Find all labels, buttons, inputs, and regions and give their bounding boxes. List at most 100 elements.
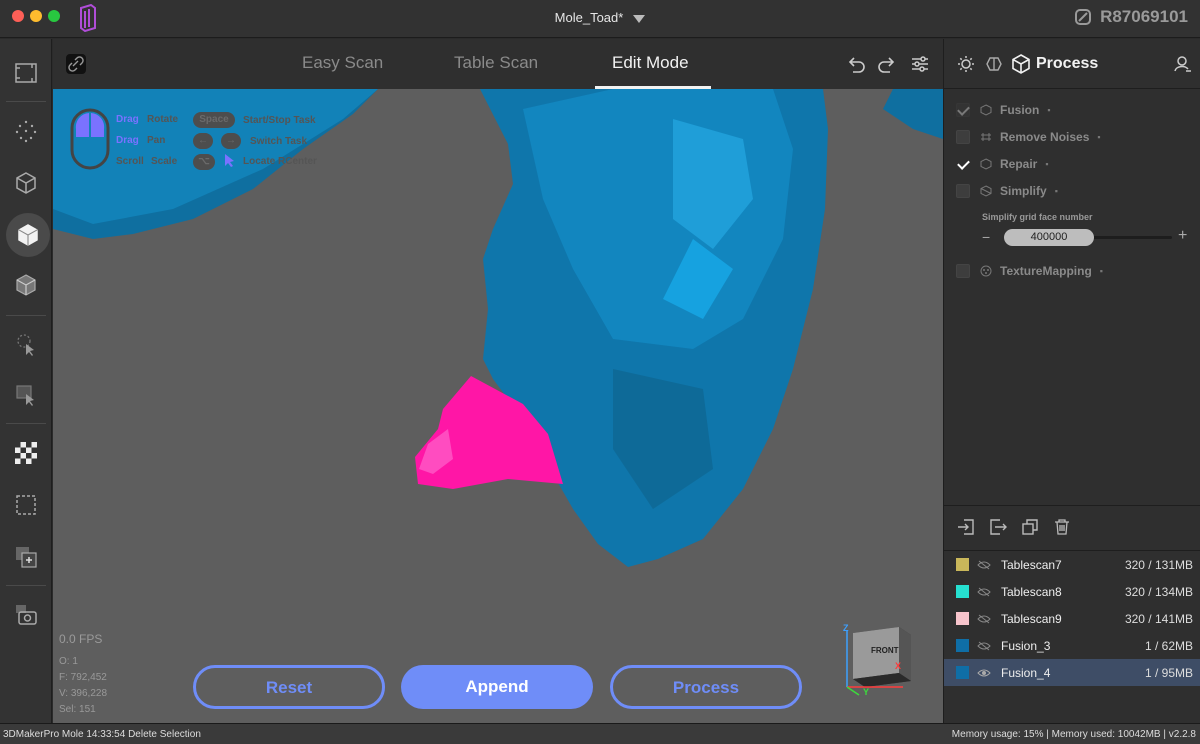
texture-checker-tool[interactable]: [6, 433, 46, 473]
eye-visible-icon[interactable]: [977, 668, 991, 678]
rect-select-tool[interactable]: [6, 375, 46, 415]
space-key: Space: [193, 112, 235, 128]
hint-locate-rcenter: Locate RCenter: [243, 156, 317, 167]
fps-readout: 0.0 FPS: [59, 632, 103, 646]
redo-icon[interactable]: [876, 53, 898, 75]
color-swatch[interactable]: [956, 558, 969, 571]
frame-select-icon: [15, 63, 37, 83]
arrow-right-key-icon: →: [221, 133, 241, 149]
link-icon[interactable]: [65, 53, 87, 75]
tab-edit-mode[interactable]: Edit Mode: [612, 53, 689, 73]
lasso-select-icon: [17, 334, 34, 356]
scan-item-tablescan7[interactable]: Tablescan7 320 / 131MB: [944, 551, 1200, 578]
select-frame-tool[interactable]: [6, 53, 46, 93]
process-item-simplify[interactable]: Simplify ▪: [956, 182, 1058, 200]
panel-title: Process: [1036, 55, 1099, 72]
scan-name: Tablescan9: [1001, 611, 1062, 626]
device-id: R87069101: [1100, 7, 1188, 26]
tab-easy-scan[interactable]: Easy Scan: [302, 53, 383, 73]
stat-objects: O: 1: [59, 656, 78, 667]
process-button[interactable]: Process: [610, 665, 802, 709]
document-title-text: Mole_Toad*: [554, 10, 624, 25]
scan-item-tablescan9[interactable]: Tablescan9 320 / 141MB: [944, 605, 1200, 632]
dashed-box-icon: [16, 495, 36, 515]
texture-mapping-checkbox[interactable]: [956, 264, 970, 278]
point-cloud-tool[interactable]: [6, 111, 46, 151]
color-swatch[interactable]: [956, 612, 969, 625]
add-object-tool[interactable]: [6, 537, 46, 577]
tab-table-scan[interactable]: Table Scan: [454, 53, 538, 73]
repair-checkbox[interactable]: [956, 157, 970, 171]
fusion-checkbox[interactable]: [956, 103, 970, 117]
wireframe-tool[interactable]: [6, 163, 46, 203]
toolbar-divider: [6, 315, 46, 316]
point-cloud-icon: [15, 120, 37, 143]
lasso-select-tool[interactable]: [6, 325, 46, 365]
scan-name: Tablescan8: [1001, 584, 1062, 599]
remove-noises-checkbox[interactable]: [956, 130, 970, 144]
hint-drag-right: Drag: [116, 135, 139, 146]
status-bar: 3DMakerPro Mole 14:33:54 Delete Selectio…: [0, 723, 1200, 744]
append-button[interactable]: Append: [401, 665, 593, 709]
orientation-gizmo[interactable]: [839, 621, 919, 701]
process-item-texture-mapping[interactable]: TextureMapping ▪: [956, 262, 1103, 280]
import-icon[interactable]: [957, 518, 975, 536]
process-item-repair[interactable]: Repair ▪: [956, 155, 1049, 173]
user-settings-icon[interactable]: [1174, 55, 1192, 73]
info-note-icon[interactable]: ▪: [1045, 159, 1048, 169]
eye-hidden-icon[interactable]: [977, 614, 991, 624]
scan-item-tablescan8[interactable]: Tablescan8 320 / 134MB: [944, 578, 1200, 605]
info-note-icon[interactable]: ▪: [1055, 186, 1058, 196]
crop-box-tool[interactable]: [6, 485, 46, 525]
simplify-label: Simplify: [1000, 184, 1047, 198]
simplify-checkbox[interactable]: [956, 184, 970, 198]
info-note-icon[interactable]: ▪: [1100, 266, 1103, 276]
eye-hidden-icon[interactable]: [977, 560, 991, 570]
solid-mesh-tool[interactable]: [6, 213, 50, 257]
process-item-remove-noises[interactable]: Remove Noises ▪: [956, 128, 1101, 146]
screenshot-tool[interactable]: [6, 595, 46, 635]
settings-sliders-icon[interactable]: [909, 53, 931, 75]
add-layer-icon: [16, 547, 37, 568]
status-message: 3DMakerPro Mole 14:33:54 Delete Selectio…: [3, 729, 201, 740]
rect-select-icon: [16, 385, 34, 406]
memory-usage: Memory usage: 15% | Memory used: 10042MB…: [951, 729, 1196, 740]
process-cube-icon[interactable]: [1012, 54, 1030, 74]
decrease-button[interactable]: −: [982, 229, 990, 245]
info-note-icon[interactable]: ▪: [1097, 132, 1100, 142]
scan-item-fusion-3[interactable]: Fusion_3 1 / 62MB: [944, 632, 1200, 659]
reset-button[interactable]: Reset: [193, 665, 385, 709]
hint-scale: Scale: [151, 156, 178, 167]
gizmo-front-label: FRONT: [871, 646, 899, 655]
increase-button[interactable]: +: [1178, 227, 1187, 245]
materials-icon[interactable]: [985, 55, 1003, 73]
export-icon[interactable]: [989, 518, 1007, 536]
simplify-slider-handle[interactable]: 400000: [1004, 229, 1094, 246]
info-note-icon[interactable]: ▪: [1047, 105, 1050, 115]
chevron-down-icon[interactable]: [633, 14, 646, 23]
document-title[interactable]: Mole_Toad*: [0, 10, 1200, 25]
brightness-icon[interactable]: [957, 55, 975, 73]
scan-size: 1 / 62MB: [1144, 638, 1193, 653]
3d-viewport[interactable]: Drag Rotate Drag Pan Scroll Scale Space …: [53, 89, 943, 723]
simplify-grid-label: Simplify grid face number: [982, 212, 1093, 222]
color-swatch[interactable]: [956, 666, 969, 679]
color-swatch[interactable]: [956, 585, 969, 598]
process-item-fusion[interactable]: Fusion ▪: [956, 101, 1051, 119]
toolbar-divider: [6, 423, 46, 424]
hint-pan: Pan: [147, 135, 166, 146]
eye-hidden-icon[interactable]: [977, 641, 991, 651]
toolbar-divider: [6, 585, 46, 586]
eye-hidden-icon[interactable]: [977, 587, 991, 597]
color-swatch[interactable]: [956, 639, 969, 652]
textured-mesh-tool[interactable]: [6, 265, 46, 305]
trash-icon[interactable]: [1053, 518, 1071, 536]
undo-icon[interactable]: [845, 53, 867, 75]
option-key: ⌥: [193, 154, 215, 170]
cube-small-icon: [980, 158, 992, 170]
scan-item-fusion-4[interactable]: Fusion_4 1 / 95MB: [944, 659, 1200, 686]
repair-label: Repair: [1000, 157, 1038, 171]
device-status[interactable]: R87069101: [1074, 7, 1188, 27]
scene-toolbar: [944, 505, 1200, 551]
duplicate-icon[interactable]: [1021, 518, 1039, 536]
